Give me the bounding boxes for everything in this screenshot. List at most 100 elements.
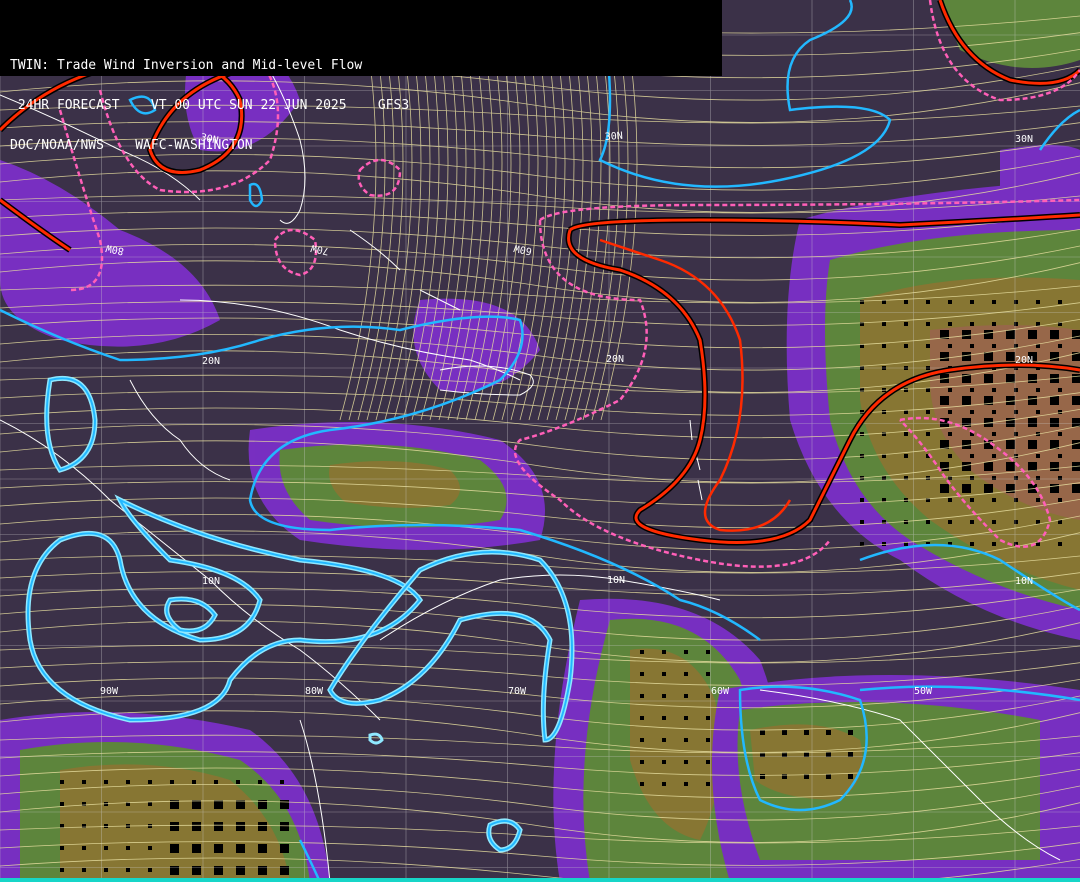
inversion-dot xyxy=(926,432,930,436)
inversion-dot xyxy=(970,476,974,480)
inversion-dot xyxy=(970,300,974,304)
inversion-dot xyxy=(1006,440,1015,449)
inversion-dot xyxy=(236,780,240,784)
inversion-dot xyxy=(706,716,710,720)
lon-label: 90W xyxy=(100,686,119,697)
inversion-dot xyxy=(992,300,996,304)
inversion-dot xyxy=(984,374,993,383)
inversion-dot xyxy=(662,672,666,676)
inversion-dot xyxy=(706,760,710,764)
inversion-dot xyxy=(684,716,688,720)
lat-label: 20N xyxy=(202,356,220,367)
inversion-dot xyxy=(940,396,949,405)
inversion-dot xyxy=(926,520,930,524)
inversion-dot xyxy=(860,432,864,436)
inversion-dot xyxy=(926,410,930,414)
inversion-dot xyxy=(214,800,223,809)
inversion-dot xyxy=(258,844,267,853)
lon-label: 70W xyxy=(508,686,527,697)
inversion-dot xyxy=(684,782,688,786)
inversion-dot xyxy=(826,774,831,779)
inversion-dot xyxy=(860,542,864,546)
inversion-dot xyxy=(992,520,996,524)
inversion-dot xyxy=(1058,542,1062,546)
inversion-dot xyxy=(992,322,996,326)
inversion-dot xyxy=(148,802,152,806)
inversion-dot xyxy=(992,498,996,502)
inversion-dot xyxy=(992,432,996,436)
inversion-dot xyxy=(826,730,831,735)
inversion-dot xyxy=(1036,300,1040,304)
inversion-dot xyxy=(1014,388,1018,392)
inversion-dot xyxy=(662,694,666,698)
inversion-dot xyxy=(1058,344,1062,348)
inversion-dot xyxy=(82,780,86,784)
inversion-dot xyxy=(640,694,644,698)
inversion-dot xyxy=(962,330,971,339)
inversion-dot xyxy=(148,780,152,784)
inversion-dot xyxy=(948,344,952,348)
inversion-dot xyxy=(1014,300,1018,304)
inversion-dot xyxy=(1072,484,1080,493)
inversion-dot xyxy=(1072,374,1080,383)
inversion-dot xyxy=(640,716,644,720)
inversion-dot xyxy=(1028,374,1037,383)
inversion-dot xyxy=(1006,374,1015,383)
inversion-dot xyxy=(782,730,787,735)
inversion-dot xyxy=(662,760,666,764)
inversion-dot xyxy=(860,520,864,524)
inversion-dot xyxy=(904,388,908,392)
inversion-dot xyxy=(970,520,974,524)
inversion-dot xyxy=(926,344,930,348)
inversion-dot xyxy=(684,672,688,676)
inversion-dot xyxy=(1050,462,1059,471)
inversion-dot xyxy=(904,432,908,436)
inversion-dot xyxy=(640,760,644,764)
inversion-dot xyxy=(992,410,996,414)
inversion-dot xyxy=(640,782,644,786)
inversion-dot xyxy=(962,352,971,361)
inversion-dot xyxy=(1050,418,1059,427)
lat-label: 30N xyxy=(1015,134,1033,145)
inversion-dot xyxy=(948,410,952,414)
inversion-dot xyxy=(258,780,262,784)
inversion-dot xyxy=(1036,388,1040,392)
inversion-dot xyxy=(1014,410,1018,414)
lon-label: 50W xyxy=(914,686,933,697)
inversion-dot xyxy=(940,462,949,471)
inversion-dot xyxy=(706,694,710,698)
inversion-dot xyxy=(1006,330,1015,339)
inversion-dot xyxy=(662,782,666,786)
inversion-dot xyxy=(948,498,952,502)
inversion-dot xyxy=(148,868,152,872)
inversion-dot xyxy=(948,388,952,392)
inversion-dot xyxy=(1058,476,1062,480)
inversion-dot xyxy=(126,868,130,872)
inversion-dot xyxy=(1072,396,1080,405)
inversion-dot xyxy=(904,344,908,348)
inversion-dot xyxy=(970,388,974,392)
inversion-dot xyxy=(280,822,289,831)
shade-ne-purple xyxy=(1000,145,1080,204)
inversion-dot xyxy=(214,780,218,784)
inversion-dot xyxy=(640,738,644,742)
inversion-dot xyxy=(662,650,666,654)
inversion-dot xyxy=(970,454,974,458)
inversion-dot xyxy=(684,760,688,764)
inversion-dot xyxy=(104,824,108,828)
inversion-dot xyxy=(860,498,864,502)
inversion-dot xyxy=(82,868,86,872)
inversion-dot xyxy=(192,780,196,784)
inversion-dot xyxy=(948,300,952,304)
inversion-dot xyxy=(992,454,996,458)
inversion-dot xyxy=(1050,330,1059,339)
inversion-dot xyxy=(1028,462,1037,471)
inversion-dot xyxy=(60,780,64,784)
inversion-dot xyxy=(1058,498,1062,502)
inversion-dot xyxy=(970,344,974,348)
inversion-dot xyxy=(280,800,289,809)
inversion-dot xyxy=(926,300,930,304)
inversion-dot xyxy=(1028,396,1037,405)
inversion-dot xyxy=(1006,462,1015,471)
inversion-dot xyxy=(1058,432,1062,436)
